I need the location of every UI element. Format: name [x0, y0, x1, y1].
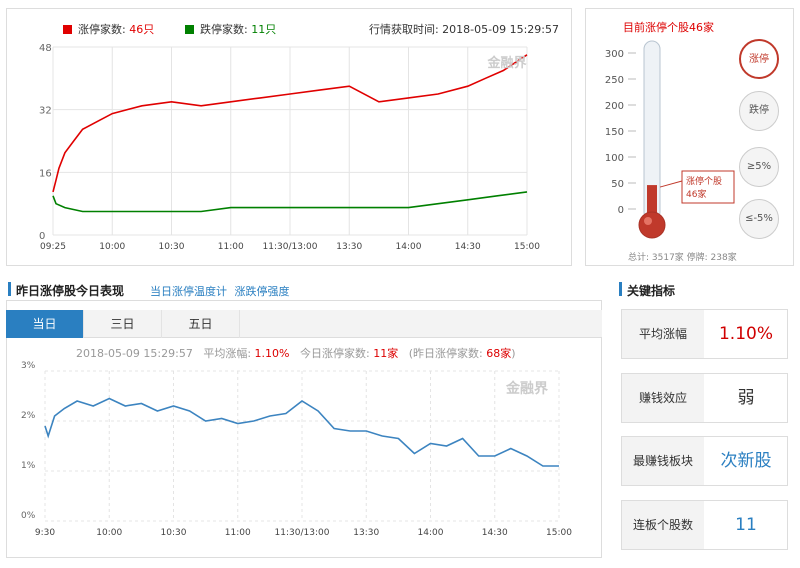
summary-line: 2018-05-09 15:29:57 平均涨幅: 1.10% 今日涨停家数: …: [76, 345, 516, 361]
limit-count-panel: 涨停家数: 46只 跌停家数: 11只 行情获取时间: 2018-05-09 1…: [6, 8, 572, 266]
key-title-accent: [619, 282, 622, 296]
kpi-label: 赚钱效应: [622, 374, 704, 422]
thermometer-tick-label: 300: [605, 49, 624, 60]
kpi-value: 弱: [737, 388, 755, 408]
summary-today-value: 11家: [373, 347, 399, 360]
thermometer-tick-label: 200: [605, 101, 624, 112]
x-tick-label: 09:25: [40, 242, 66, 252]
thermometer-callout-line2: 46家: [686, 188, 706, 200]
x-tick-label: 10:30: [161, 528, 187, 538]
x-tick-label: 15:00: [514, 242, 540, 252]
key-title: 关键指标: [627, 284, 676, 298]
x-tick-label: 14:30: [482, 528, 508, 538]
x-tick-label: 10:30: [159, 242, 185, 252]
y-tick-label: 16: [39, 168, 52, 179]
x-tick-label: 13:30: [353, 528, 379, 538]
kpi-label: 平均涨幅: [622, 310, 704, 358]
thermometer-tick-label: 0: [618, 205, 624, 216]
thermometer-footer: 总计: 3517家 停牌: 238家: [628, 253, 737, 263]
thermometer-callout-line1: 涨停个股: [686, 175, 722, 187]
thermometer-tick-label: 250: [605, 75, 624, 86]
x-tick-label: 15:00: [546, 528, 572, 538]
section-accent: [8, 282, 11, 296]
thermometer-bulb-highlight: [644, 217, 652, 225]
kpi-value: 次新股: [720, 451, 772, 471]
filter-down5-button[interactable]: ≤-5%: [739, 199, 779, 239]
tab-three-day[interactable]: 三日: [84, 310, 162, 338]
summary-avg-label: 平均涨幅:: [203, 347, 252, 360]
kpi-money-effect: 赚钱效应 弱: [621, 373, 788, 423]
thermometer-panel: 目前涨停个股46家 300 250 200 150 100 50 0 涨停个股 46家 总计: …: [585, 8, 794, 266]
x-tick-label: 10:00: [96, 528, 122, 538]
summary-today-label: 今日涨停家数:: [300, 347, 370, 360]
section-title: 昨日涨停股今日表现: [16, 284, 125, 298]
thermometer-tick-label: 50: [611, 179, 624, 190]
x-tick-label: 11:30/13:00: [275, 528, 330, 538]
x-tick-label: 14:00: [396, 242, 422, 252]
tab-today[interactable]: 当日: [6, 310, 84, 338]
x-tick-label: 14:00: [418, 528, 444, 538]
link-strength[interactable]: 涨跌停强度: [235, 285, 290, 298]
kpi-consecutive: 连板个股数 11: [621, 500, 788, 550]
period-tabs: 当日 三日 五日: [6, 310, 602, 338]
y-tick-label: 0%: [21, 511, 36, 521]
x-tick-label: 9:30: [35, 528, 55, 538]
x-tick-label: 10:00: [99, 242, 125, 252]
yesterday-limit-chart: 0% 1% 2% 3% 9:30 10:00 10:30 11:00 11:30/13:00 13…: [21, 361, 572, 538]
summary-date: 2018-05-09 15:29:57: [76, 347, 193, 360]
thermometer-tick-label: 150: [605, 127, 624, 138]
watermark-logo: 金融界: [505, 380, 549, 397]
thermometer-tick-label: 100: [605, 153, 624, 164]
filter-limit-down-button[interactable]: 跌停: [739, 91, 779, 131]
link-temperature[interactable]: 当日涨停温度计: [150, 285, 227, 298]
filter-limit-up-button[interactable]: 涨停: [739, 39, 779, 79]
tab-five-day[interactable]: 五日: [162, 310, 240, 338]
y-tick-label: 0: [39, 231, 45, 242]
kpi-label: 最赚钱板块: [622, 437, 704, 485]
y-tick-label: 48: [39, 43, 52, 54]
x-tick-label: 11:30/13:00: [263, 242, 318, 252]
thermometer-bulb: [638, 211, 666, 239]
thermometer-callout-line: [659, 180, 683, 188]
limit-count-chart: 0 16 32 48 09:25 10:00 10:30 11:00 11:30/13:00 13…: [39, 43, 540, 252]
y-tick-label: 3%: [21, 361, 36, 371]
x-tick-label: 13:30: [336, 242, 362, 252]
kpi-best-sector: 最赚钱板块 次新股: [621, 436, 788, 486]
section-links: 当日涨停温度计 涨跌停强度: [150, 283, 290, 299]
yesterday-limit-panel: 0% 1% 2% 3% 9:30 10:00 10:30 11:00 11:30/13:00 13…: [6, 300, 602, 558]
summary-yest-label: (昨日涨停家数:: [408, 347, 483, 360]
y-tick-label: 1%: [21, 461, 36, 471]
watermark-logo: 金融界: [486, 55, 526, 71]
kpi-label: 连板个股数: [622, 501, 704, 549]
summary-avg-value: 1.10%: [254, 347, 290, 360]
x-tick-label: 11:00: [218, 242, 244, 252]
summary-close-paren: ): [511, 347, 516, 360]
summary-yest-value: 68家: [486, 347, 512, 360]
x-tick-label: 11:00: [225, 528, 251, 538]
kpi-value: 1.10%: [718, 324, 773, 344]
y-tick-label: 2%: [21, 411, 36, 421]
kpi-avg-gain: 平均涨幅 1.10%: [621, 309, 788, 359]
x-tick-label: 14:30: [455, 242, 481, 252]
kpi-value: 11: [735, 515, 757, 535]
filter-up5-button[interactable]: ≥5%: [739, 147, 779, 187]
y-tick-label: 32: [39, 106, 52, 117]
